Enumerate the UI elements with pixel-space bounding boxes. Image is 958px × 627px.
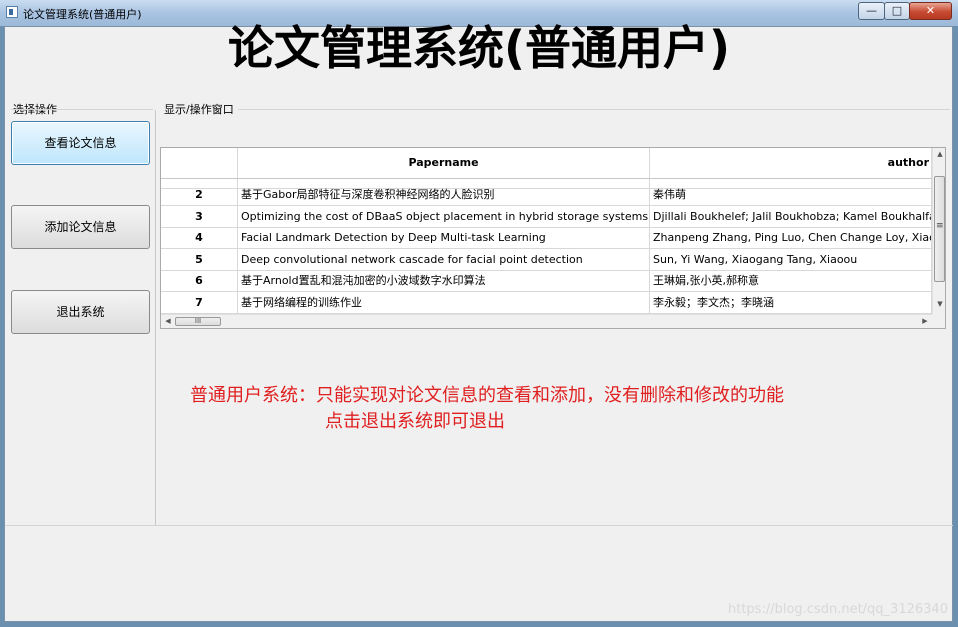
exit-system-button[interactable]: 退出系统 xyxy=(11,290,150,334)
author-cell: 王琳娟,张小英,郝称意 xyxy=(650,270,932,291)
papername-cell: 基于网络编程的训练作业 xyxy=(238,291,650,313)
view-papers-button[interactable]: 查看论文信息 xyxy=(11,121,150,165)
display-group-border xyxy=(238,109,950,110)
scroll-right-arrow-icon[interactable]: ▶ xyxy=(918,317,932,325)
row-number-cell: 2 xyxy=(161,184,238,205)
table-row[interactable]: 7 基于网络编程的训练作业 李永毅；李文杰；李晓涵 xyxy=(161,291,932,314)
table-row[interactable]: 6 基于Arnold置乱和混沌加密的小波域数字水印算法 王琳娟,张小英,郝称意 xyxy=(161,270,932,292)
papername-cell: Facial Landmark Detection by Deep Multi-… xyxy=(238,227,650,248)
author-cell: 李永毅；李文杰；李晓涵 xyxy=(650,291,932,313)
table-row[interactable]: 4 Facial Landmark Detection by Deep Multi… xyxy=(161,227,932,249)
vertical-scrollbar[interactable]: ▲ ≡ ▼ xyxy=(932,148,945,314)
notice-line-2: 点击退出系统即可退出 xyxy=(325,411,505,432)
scroll-up-arrow-icon[interactable]: ▲ xyxy=(933,150,945,158)
table-header: Papername author xyxy=(161,148,945,179)
table-row[interactable]: 2 基于Gabor局部特征与深度卷积神经网络的人脸识别 秦伟萌 xyxy=(161,184,932,206)
notice-line-1: 普通用户系统：只能实现对论文信息的查看和添加，没有删除和修改的功能 xyxy=(190,385,784,406)
group-divider xyxy=(155,110,156,525)
author-cell: Djillali Boukhelef; Jalil Boukhobza; Kam… xyxy=(650,205,932,227)
watermark: https://blog.csdn.net/qq_3126340 xyxy=(728,602,948,617)
row-number-cell: 6 xyxy=(161,270,238,291)
author-header[interactable]: author xyxy=(650,148,932,178)
table-row[interactable]: 3 Optimizing the cost of DBaaS object pla… xyxy=(161,205,932,228)
row-number-header[interactable] xyxy=(161,148,238,178)
horizontal-scroll-thumb[interactable]: III xyxy=(175,317,221,326)
papername-cell: Deep convolutional network cascade for f… xyxy=(238,248,650,270)
display-group-label: 显示/操作窗口 xyxy=(164,103,234,116)
row-number-cell: 5 xyxy=(161,248,238,270)
author-cell: Sun, Yi Wang, Xiaogang Tang, Xiaoou xyxy=(650,248,932,270)
papername-cell: Optimizing the cost of DBaaS object plac… xyxy=(238,205,650,227)
bottom-divider xyxy=(5,525,953,526)
row-number-cell: 3 xyxy=(161,205,238,227)
row-number-cell: 4 xyxy=(161,227,238,248)
vertical-scroll-thumb[interactable]: ≡ xyxy=(934,176,945,282)
author-cell: 秦伟萌 xyxy=(650,184,932,205)
scrollbar-corner xyxy=(932,314,945,328)
add-paper-button[interactable]: 添加论文信息 xyxy=(11,205,150,249)
page-title: 论文管理系统(普通用户) xyxy=(227,21,731,75)
scroll-left-arrow-icon[interactable]: ◀ xyxy=(161,317,175,325)
horizontal-scrollbar[interactable]: ◀ III ▶ xyxy=(161,314,932,328)
papername-cell: 基于Arnold置乱和混沌加密的小波域数字水印算法 xyxy=(238,270,650,291)
papername-header[interactable]: Papername xyxy=(238,148,650,178)
author-cell: Zhanpeng Zhang, Ping Luo, Chen Change Lo… xyxy=(650,227,932,248)
sidebar-group-border xyxy=(11,109,153,110)
papers-table[interactable]: 2 基于Gabor局部特征与深度卷积神经网络的人脸识别 秦伟萌 3 Optimizing… xyxy=(160,147,946,329)
papername-cell: 基于Gabor局部特征与深度卷积神经网络的人脸识别 xyxy=(238,184,650,205)
scroll-down-arrow-icon[interactable]: ▼ xyxy=(933,300,945,308)
row-number-cell: 7 xyxy=(161,291,238,313)
table-row[interactable]: 5 Deep convolutional network cascade for … xyxy=(161,248,932,271)
grip-icon: ≡ xyxy=(936,221,944,231)
